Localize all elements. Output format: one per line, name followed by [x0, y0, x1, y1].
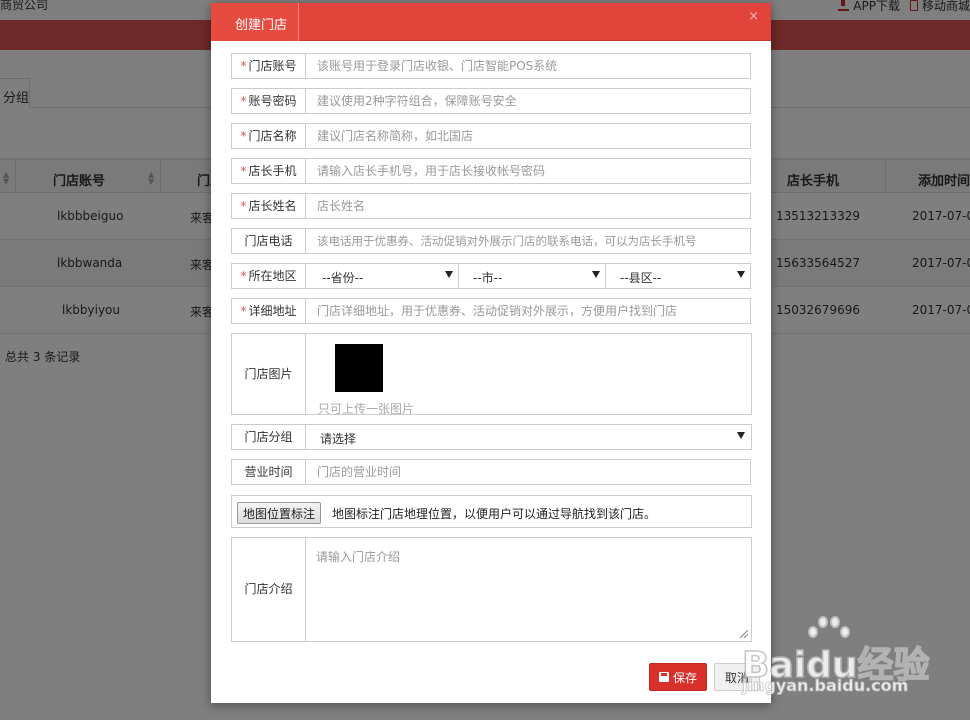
map-description: 地图标注门店地理位置，以便用户可以通过导航找到该门店。 — [332, 507, 657, 521]
manager-phone-input[interactable] — [307, 159, 750, 183]
chevron-down-icon — [445, 271, 453, 278]
store-image-label: 门店图片 — [232, 334, 306, 414]
county-select[interactable]: --县区-- — [605, 264, 751, 288]
store-intro-label: 门店介绍 — [232, 538, 306, 641]
manager-phone-label: 店长手机 — [248, 164, 297, 178]
province-value: --省份-- — [322, 271, 364, 285]
manager-name-label: 店长姓名 — [248, 199, 297, 213]
close-icon[interactable]: × — [748, 9, 759, 24]
password-field: * 账号密码 — [231, 88, 751, 114]
chevron-down-icon — [592, 271, 600, 278]
baidu-watermark: Baidu经验 jingyan.baidu.com — [741, 610, 970, 700]
save-button[interactable]: 保存 — [649, 663, 707, 691]
map-location-field: 地图位置标注 地图标注门店地理位置，以便用户可以通过导航找到该门店。 — [231, 495, 752, 528]
password-input[interactable] — [307, 89, 750, 113]
required-mark: * — [240, 94, 247, 108]
store-intro-field: 门店介绍 — [231, 537, 752, 642]
business-hours-field: 营业时间 — [231, 459, 751, 485]
address-label: 详细地址 — [248, 304, 297, 318]
store-account-field: * 门店账号 — [231, 53, 751, 79]
image-hint: 只可上传一张图片 — [318, 402, 415, 416]
store-name-label: 门店名称 — [248, 129, 297, 143]
store-phone-field: 门店电话 — [231, 228, 751, 254]
address-field: * 详细地址 — [231, 298, 751, 324]
manager-name-input[interactable] — [307, 194, 750, 218]
store-phone-label: 门店电话 — [232, 229, 306, 253]
required-mark: * — [240, 129, 247, 143]
required-mark: * — [240, 304, 247, 318]
required-mark: * — [240, 164, 247, 178]
region-field: * 所在地区 --省份-- --市-- --县区-- — [231, 263, 751, 289]
business-hours-label: 营业时间 — [232, 460, 306, 484]
manager-name-field: * 店长姓名 — [231, 193, 751, 219]
city-select[interactable]: --市-- — [458, 264, 606, 288]
create-store-dialog: 创建门店 × *门店账号 *账号密码 *门店名称 *店长手机 *店长姓名 门店电… — [211, 3, 771, 703]
chevron-down-icon — [737, 271, 745, 278]
city-value: --市-- — [473, 271, 503, 285]
password-label: 账号密码 — [248, 94, 297, 108]
save-icon — [658, 672, 669, 682]
chevron-down-icon — [737, 432, 745, 439]
store-image-field: 门店图片 只可上传一张图片 — [231, 333, 752, 416]
watermark-url: jingyan.baidu.com — [742, 676, 909, 696]
required-mark: * — [240, 59, 247, 73]
save-label: 保存 — [672, 670, 697, 685]
province-select[interactable]: --省份-- — [306, 264, 459, 288]
map-mark-button[interactable]: 地图位置标注 — [237, 502, 322, 524]
business-hours-input[interactable] — [307, 460, 750, 484]
store-intro-textarea[interactable] — [307, 538, 751, 641]
store-account-input[interactable] — [307, 54, 750, 78]
required-mark: * — [240, 269, 247, 283]
store-name-field: * 门店名称 — [231, 123, 751, 149]
store-phone-input[interactable] — [307, 229, 750, 253]
region-label: 所在地区 — [248, 269, 297, 283]
store-image-thumbnail[interactable] — [335, 344, 383, 392]
dialog-title: 创建门店 — [211, 3, 299, 41]
address-input[interactable] — [307, 299, 750, 323]
dialog-header: 创建门店 × — [211, 3, 771, 41]
store-group-select[interactable]: 请选择 — [306, 425, 751, 449]
store-group-field: 门店分组 请选择 — [231, 424, 752, 450]
store-group-value: 请选择 — [320, 432, 357, 446]
store-name-input[interactable] — [307, 124, 750, 148]
manager-phone-field: * 店长手机 — [231, 158, 751, 184]
county-value: --县区-- — [620, 271, 662, 285]
store-group-label: 门店分组 — [232, 425, 306, 449]
store-account-label: 门店账号 — [248, 59, 297, 73]
required-mark: * — [240, 199, 247, 213]
